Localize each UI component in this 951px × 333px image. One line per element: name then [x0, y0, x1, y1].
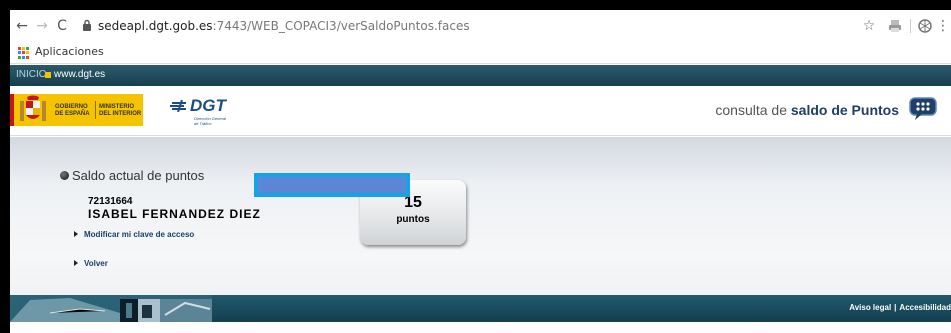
main-content: Saldo actual de puntos 72131664 ISABEL F… [10, 137, 951, 295]
dgt-web-link[interactable]: www.dgt.es [54, 69, 105, 80]
legal-notice-link[interactable]: Aviso legal [849, 303, 891, 312]
menu-dots-icon[interactable]: ⋮ [936, 17, 950, 35]
url-text: sedeapl.dgt.gob.es:7443/WEB_COPACI3/verS… [98, 19, 470, 33]
dgt-logo[interactable]: DGT Dirección General de Tráfico [168, 96, 258, 130]
printer-icon[interactable] [886, 17, 904, 35]
accessibility-link[interactable]: Accesibilidad [899, 303, 951, 312]
chat-bubble-icon [909, 97, 937, 120]
points-unit: puntos [396, 214, 430, 225]
redaction-box [254, 173, 410, 197]
apps-grid-icon[interactable] [18, 47, 30, 59]
lock-icon [83, 19, 91, 31]
browser-toolbar: ← → C sedeapl.dgt.gob.es:7443/WEB_COPACI… [10, 10, 951, 42]
user-id: 72131664 [88, 196, 133, 207]
coat-of-arms-icon [20, 95, 46, 121]
bookmark-apps[interactable]: Aplicaciones [35, 45, 104, 58]
ministry-label: MINISTERIO DEL INTERIOR [99, 104, 142, 117]
logo-divider [95, 101, 96, 119]
footer-banner-image [10, 295, 212, 322]
flag-stripe [10, 94, 14, 126]
user-name: ISABEL FERNANDEZ DIEZ [88, 207, 261, 221]
page-bottom-area [10, 322, 951, 333]
footer-links: Aviso legal | Accesibilidad [849, 303, 951, 312]
back-arrow-icon[interactable]: ← [14, 18, 30, 34]
address-bar[interactable]: sedeapl.dgt.gob.es:7443/WEB_COPACI3/verS… [82, 16, 470, 36]
inicio-link[interactable]: INICIO [16, 69, 47, 80]
site-header: GOBIERNO DE ESPAÑA MINISTERIO DEL INTERIOR… [10, 86, 951, 136]
footer-separator: | [894, 303, 897, 312]
dgt-logo-subtitle: Dirección General de Tráfico [194, 116, 227, 126]
reload-icon[interactable]: C [54, 18, 70, 34]
government-logo[interactable]: GOBIERNO DE ESPAÑA MINISTERIO DEL INTERIOR [10, 94, 143, 126]
star-icon[interactable]: ☆ [860, 17, 878, 35]
arrow-right-icon [74, 260, 78, 266]
browser-window: ← → C sedeapl.dgt.gob.es:7443/WEB_COPACI… [10, 10, 951, 333]
arrow-right-icon [74, 231, 78, 237]
dgt-logo-icon [170, 100, 186, 112]
forward-arrow-icon[interactable]: → [34, 18, 50, 34]
service-title: consulta de saldo de Puntos [715, 102, 899, 118]
toolbar-divider [910, 19, 911, 33]
site-top-bar: INICIO www.dgt.es [10, 65, 951, 86]
extension-icon[interactable] [916, 17, 934, 35]
gov-label: GOBIERNO DE ESPAÑA [55, 104, 90, 117]
dgt-logo-text: DGT [190, 96, 226, 115]
site-footer: Aviso legal | Accesibilidad [10, 295, 951, 322]
bullet-icon [45, 72, 51, 78]
bullet-dot-icon [60, 171, 69, 180]
bookmarks-bar: Aplicaciones [10, 42, 951, 64]
